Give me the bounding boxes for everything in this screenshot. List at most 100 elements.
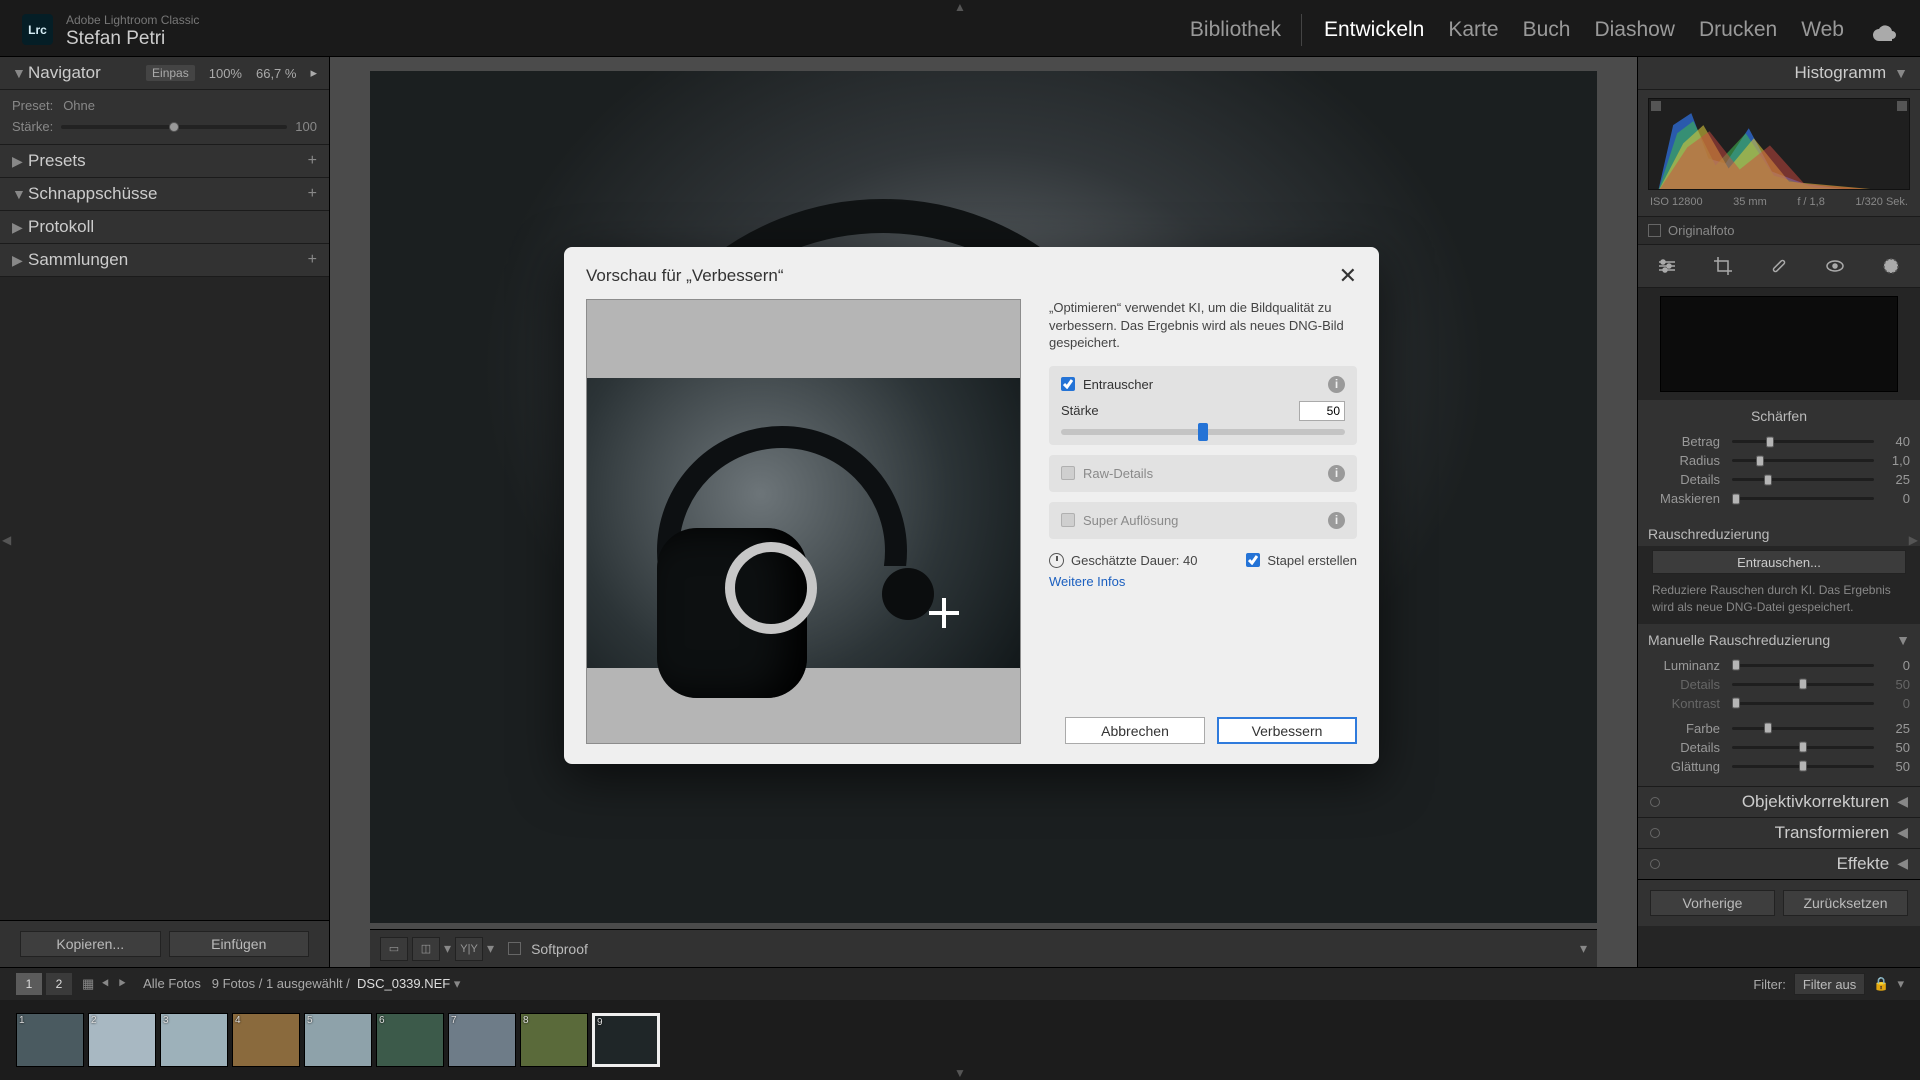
sharpen-mask-slider[interactable] — [1732, 497, 1874, 500]
view-compare-button[interactable]: ◫ — [412, 937, 440, 961]
heal-icon[interactable] — [1768, 255, 1790, 277]
snapshots-header[interactable]: ▼ Schnappschüsse + — [0, 178, 329, 211]
info-icon[interactable]: i — [1328, 512, 1345, 529]
tab-book[interactable]: Buch — [1521, 14, 1573, 46]
filmstrip-thumb[interactable]: 6 — [376, 1013, 444, 1067]
filmstrip-thumb[interactable]: 7 — [448, 1013, 516, 1067]
filmstrip-thumb[interactable]: 9 — [592, 1013, 660, 1067]
sharpen-radius-slider[interactable] — [1732, 459, 1874, 462]
sharpen-detail-value[interactable]: 25 — [1880, 472, 1910, 487]
amount-slider[interactable] — [61, 125, 287, 129]
tab-web[interactable]: Web — [1799, 14, 1846, 46]
sharpen-detail-slider[interactable] — [1732, 478, 1874, 481]
filmstrip-thumb[interactable]: 8 — [520, 1013, 588, 1067]
info-icon[interactable]: i — [1328, 376, 1345, 393]
cloud-icon[interactable] — [1872, 20, 1898, 46]
navigator-header[interactable]: ▼ Navigator Einpas 100% 66,7 % ▸ — [0, 57, 329, 90]
nav-back-icon[interactable]: ⯇ — [100, 976, 110, 992]
info-icon[interactable]: i — [1328, 465, 1345, 482]
collapse-right-icon[interactable]: ▶ — [1909, 533, 1918, 547]
filmstrip-thumb[interactable]: 3 — [160, 1013, 228, 1067]
sharpen-amount-slider[interactable] — [1732, 440, 1874, 443]
panel-toggle-icon[interactable] — [1650, 797, 1660, 807]
view-chevron-icon[interactable]: ▾ — [444, 940, 451, 957]
tab-develop[interactable]: Entwickeln — [1322, 14, 1426, 46]
tab-library[interactable]: Bibliothek — [1188, 14, 1302, 46]
sharpen-radius-value[interactable]: 1,0 — [1880, 453, 1910, 468]
filmstrip-thumb[interactable]: 1 — [16, 1013, 84, 1067]
edit-icon[interactable] — [1656, 255, 1678, 277]
amount-input[interactable] — [1299, 401, 1345, 421]
filter-select[interactable]: Filter aus — [1794, 973, 1865, 995]
toolbar-chevron-icon[interactable]: ▾ — [1580, 940, 1587, 957]
add-collection-icon[interactable]: + — [308, 251, 317, 269]
preset-value[interactable]: Ohne — [63, 98, 95, 113]
detail-preview[interactable] — [1660, 296, 1898, 392]
monitor-2-tab[interactable]: 2 — [46, 973, 72, 995]
luminance-slider[interactable] — [1732, 664, 1874, 667]
lum-contrast-slider[interactable] — [1732, 702, 1874, 705]
enhance-preview-image[interactable] — [586, 299, 1021, 744]
close-icon[interactable]: ✕ — [1339, 265, 1357, 287]
create-stack-checkbox[interactable] — [1246, 553, 1260, 567]
lum-contrast-value[interactable]: 0 — [1880, 696, 1910, 711]
collapse-left-icon[interactable]: ◀ — [2, 533, 11, 547]
monitor-1-tab[interactable]: 1 — [16, 973, 42, 995]
tab-slideshow[interactable]: Diashow — [1592, 14, 1677, 46]
filter-lock-icon[interactable]: 🔒 — [1873, 976, 1889, 992]
amount-slider[interactable] — [1061, 429, 1345, 435]
enhance-button[interactable]: Verbessern — [1217, 717, 1357, 744]
original-checkbox[interactable] — [1648, 224, 1661, 237]
zoom-fit[interactable]: Einpas — [146, 65, 195, 81]
manual-noise-title[interactable]: Manuelle Rauschreduzierung▼ — [1638, 624, 1920, 652]
histogram[interactable] — [1648, 98, 1910, 190]
super-resolution-checkbox[interactable] — [1061, 513, 1075, 527]
source-label[interactable]: Alle Fotos — [143, 976, 201, 991]
crop-icon[interactable] — [1712, 255, 1734, 277]
histogram-header[interactable]: Histogramm ▼ — [1638, 57, 1920, 90]
mask-icon[interactable] — [1880, 255, 1902, 277]
copy-button[interactable]: Kopieren... — [20, 931, 161, 957]
view-beforeafter-button[interactable]: Y|Y — [455, 937, 483, 961]
denoise-checkbox[interactable] — [1061, 377, 1075, 391]
zoom-chevron-icon[interactable]: ▸ — [310, 65, 317, 81]
filename-chevron-icon[interactable]: ▾ — [454, 976, 461, 991]
filmstrip-thumb[interactable]: 4 — [232, 1013, 300, 1067]
transform-header[interactable]: Transformieren◀ — [1638, 817, 1920, 848]
reset-button[interactable]: Zurücksetzen — [1783, 890, 1908, 916]
luminance-value[interactable]: 0 — [1880, 658, 1910, 673]
presets-header[interactable]: ▶ Presets + — [0, 145, 329, 178]
panel-toggle-icon[interactable] — [1650, 859, 1660, 869]
lum-detail-slider[interactable] — [1732, 683, 1874, 686]
sharpen-amount-value[interactable]: 40 — [1880, 434, 1910, 449]
raw-details-checkbox[interactable] — [1061, 466, 1075, 480]
tab-print[interactable]: Drucken — [1697, 14, 1779, 46]
add-preset-icon[interactable]: + — [308, 152, 317, 170]
color-slider[interactable] — [1732, 727, 1874, 730]
lens-corrections-header[interactable]: Objektivkorrekturen◀ — [1638, 786, 1920, 817]
filter-chevron-icon[interactable]: ▾ — [1897, 976, 1904, 992]
collapse-top-icon[interactable]: ▲ — [954, 0, 966, 14]
smoothness-slider[interactable] — [1732, 765, 1874, 768]
collections-header[interactable]: ▶ Sammlungen + — [0, 244, 329, 277]
history-header[interactable]: ▶ Protokoll — [0, 211, 329, 244]
softproof-checkbox[interactable] — [508, 942, 521, 955]
filmstrip-thumb[interactable]: 2 — [88, 1013, 156, 1067]
color-detail-value[interactable]: 50 — [1880, 740, 1910, 755]
tab-map[interactable]: Karte — [1446, 14, 1500, 46]
smoothness-value[interactable]: 50 — [1880, 759, 1910, 774]
previous-button[interactable]: Vorherige — [1650, 890, 1775, 916]
paste-button[interactable]: Einfügen — [169, 931, 310, 957]
cancel-button[interactable]: Abbrechen — [1065, 717, 1205, 744]
panel-toggle-icon[interactable] — [1650, 828, 1660, 838]
collapse-bottom-icon[interactable]: ▼ — [954, 1066, 966, 1080]
grid-icon[interactable]: ▦ — [82, 976, 94, 992]
effects-header[interactable]: Effekte◀ — [1638, 848, 1920, 879]
ba-chevron-icon[interactable]: ▾ — [487, 940, 494, 957]
original-row[interactable]: Originalfoto — [1638, 217, 1920, 245]
denoise-button[interactable]: Entrauschen... — [1652, 550, 1906, 574]
more-info-link[interactable]: Weitere Infos — [1049, 574, 1357, 589]
color-detail-slider[interactable] — [1732, 746, 1874, 749]
view-loupe-button[interactable]: ▭ — [380, 937, 408, 961]
lum-detail-value[interactable]: 50 — [1880, 677, 1910, 692]
